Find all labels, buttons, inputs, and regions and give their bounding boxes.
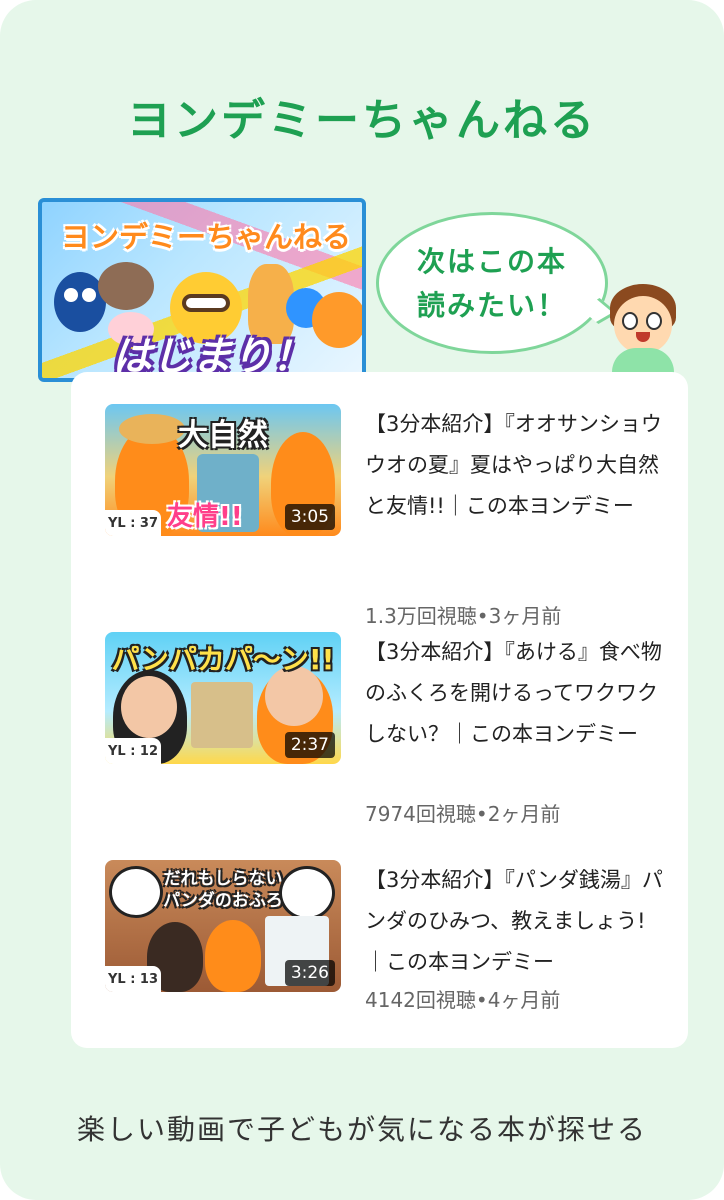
video-meta: 7974回視聴•2ヶ月前 bbox=[365, 802, 561, 826]
video-thumbnail[interactable]: パンパカパ〜ン!! YL : 12 2:37 bbox=[105, 632, 341, 764]
thumbnail-title: だれもしらないパンダのおふろ bbox=[163, 869, 283, 911]
thumbnail-title: パンパカパ〜ン!! bbox=[111, 643, 335, 676]
video-thumbnail[interactable]: だれもしらないパンダのおふろ YL : 13 3:26 bbox=[105, 860, 341, 992]
duration-badge: 3:05 bbox=[284, 504, 335, 530]
duration-badge: 2:37 bbox=[284, 732, 335, 758]
video-thumbnail[interactable]: 大自然 友情!! YL : 37 3:05 bbox=[105, 404, 341, 536]
video-meta: 1.3万回視聴•3ヶ月前 bbox=[365, 604, 562, 628]
person-image bbox=[205, 920, 261, 992]
video-title[interactable]: 【3分本紹介】『オオサンショウウオの夏』夏はやっぱり大自然と友情!!｜この本ヨン… bbox=[365, 404, 665, 527]
video-title[interactable]: 【3分本紹介】『あける』食べ物のふくろを開けるってワクワクしない？｜この本ヨンデ… bbox=[365, 632, 665, 755]
owl-character bbox=[98, 262, 154, 310]
video-item[interactable]: 大自然 友情!! YL : 37 3:05 【3分本紹介】『オオサンショウウオの… bbox=[105, 404, 665, 628]
yl-badge: YL : 37 bbox=[105, 510, 161, 536]
footer-tagline: 楽しい動画で子どもが気になる本が探せる bbox=[76, 1113, 647, 1146]
speech-bubble-text: 次はこの本 読みたい！ bbox=[376, 240, 608, 328]
video-item[interactable]: パンパカパ〜ン!! YL : 12 2:37 【3分本紹介】『あける』食べ物のふ… bbox=[105, 632, 665, 832]
video-item[interactable]: だれもしらないパンダのおふろ YL : 13 3:26 【3分本紹介】『パンダ銭… bbox=[105, 860, 665, 1060]
panda-image bbox=[279, 866, 335, 920]
speech-bubble-line-2: 読みたい！ bbox=[416, 289, 567, 322]
banner-title: ヨンデミーちゃんねる bbox=[60, 220, 351, 254]
boy-illustration bbox=[608, 284, 678, 376]
yl-badge: YL : 13 bbox=[105, 966, 161, 992]
book-image bbox=[191, 682, 253, 748]
thumbnail-title: 大自然 bbox=[178, 418, 268, 453]
panda-image bbox=[109, 866, 163, 918]
thumbnail-subtitle: 友情!! bbox=[167, 502, 243, 532]
video-meta: 4142回視聴•4ヶ月前 bbox=[365, 988, 561, 1012]
yl-badge: YL : 12 bbox=[105, 738, 161, 764]
speech-bubble-line-1: 次はこの本 bbox=[416, 245, 567, 278]
duration-badge: 3:26 bbox=[284, 960, 335, 986]
channel-banner-image[interactable]: ヨンデミーちゃんねる はじまり！ bbox=[38, 198, 366, 382]
video-title[interactable]: 【3分本紹介】『パンダ銭湯』パンダのひみつ、教えましょう!｜この本ヨンデミー bbox=[365, 860, 665, 983]
face-image bbox=[121, 676, 177, 738]
page-title: ヨンデミーちゃんねる bbox=[127, 95, 597, 146]
video-list-card: 大自然 友情!! YL : 37 3:05 【3分本紹介】『オオサンショウウオの… bbox=[71, 372, 688, 1048]
